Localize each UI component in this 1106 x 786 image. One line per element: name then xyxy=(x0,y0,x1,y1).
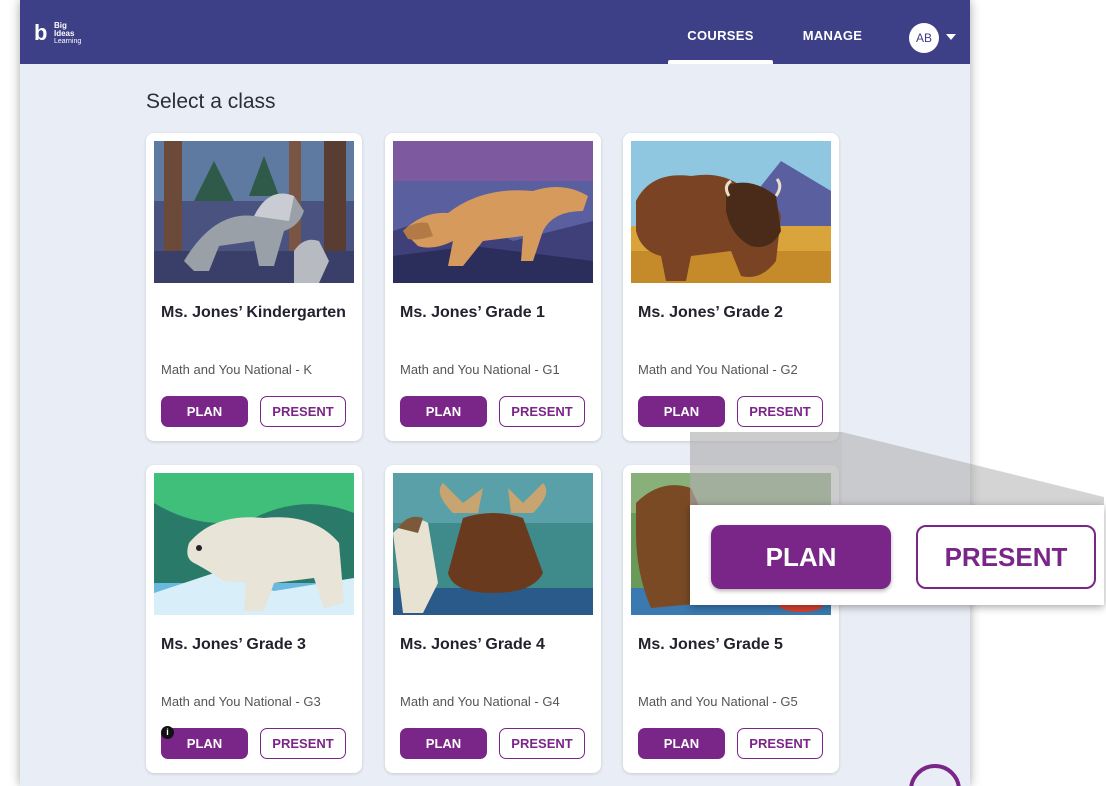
plan-button[interactable]: PLAN xyxy=(638,728,725,759)
present-button[interactable]: PRESENT xyxy=(499,396,585,427)
user-avatar[interactable]: AB xyxy=(909,23,939,53)
present-button[interactable]: PRESENT xyxy=(499,728,585,759)
present-button[interactable]: PRESENT xyxy=(260,396,346,427)
help-icon[interactable] xyxy=(909,764,961,786)
plan-button[interactable]: PLAN xyxy=(161,396,248,427)
present-button[interactable]: PRESENT xyxy=(737,396,823,427)
chevron-down-icon[interactable] xyxy=(946,34,956,40)
plan-button[interactable]: PLAN xyxy=(161,728,248,759)
nav-tab-manage[interactable]: MANAGE xyxy=(790,0,875,64)
class-name: Ms. Jones’ Kindergarten xyxy=(161,304,346,321)
class-card[interactable]: Ms. Jones’ Grade 3 Math and You National… xyxy=(146,465,362,773)
course-name: Math and You National - K xyxy=(161,362,313,377)
class-name: Ms. Jones’ Grade 4 xyxy=(400,636,545,653)
class-card[interactable]: Ms. Jones’ Grade 1 Math and You National… xyxy=(385,133,601,441)
plan-button[interactable]: PLAN xyxy=(400,396,487,427)
zoomed-present-button: PRESENT xyxy=(916,525,1096,589)
logo-b-icon: b xyxy=(34,20,48,45)
logo-line2: Ideas xyxy=(54,29,75,38)
course-name: Math and You National - G1 xyxy=(400,362,560,377)
course-name: Math and You National - G5 xyxy=(638,694,798,709)
nav-tab-courses[interactable]: COURSES xyxy=(668,0,773,64)
page-title: Select a class xyxy=(146,90,276,113)
gray-wolves-illustration xyxy=(154,141,354,283)
logo-line3: Learning xyxy=(54,38,82,45)
info-icon[interactable]: i xyxy=(161,726,174,739)
polar-bear-illustration xyxy=(154,473,354,615)
zoomed-plan-button: PLAN xyxy=(711,525,891,589)
present-button[interactable]: PRESENT xyxy=(260,728,346,759)
moose-and-osprey-illustration xyxy=(393,473,593,615)
bison-illustration xyxy=(631,141,831,283)
app-window: b Big Ideas Learning COURSES MANAGE AB S… xyxy=(20,0,970,786)
class-name: Ms. Jones’ Grade 1 xyxy=(400,304,545,321)
class-name: Ms. Jones’ Grade 3 xyxy=(161,636,306,653)
class-card[interactable]: Ms. Jones’ Grade 2 Math and You National… xyxy=(623,133,839,441)
class-card[interactable]: Ms. Jones’ Kindergarten Math and You Nat… xyxy=(146,133,362,441)
course-name: Math and You National - G2 xyxy=(638,362,798,377)
top-navigation-bar: b Big Ideas Learning COURSES MANAGE AB xyxy=(20,0,970,64)
zoom-callout: PLAN PRESENT xyxy=(690,505,1104,605)
class-name: Ms. Jones’ Grade 2 xyxy=(638,304,783,321)
cougar-illustration xyxy=(393,141,593,283)
class-name: Ms. Jones’ Grade 5 xyxy=(638,636,783,653)
plan-button[interactable]: PLAN xyxy=(400,728,487,759)
course-name: Math and You National - G4 xyxy=(400,694,560,709)
course-name: Math and You National - G3 xyxy=(161,694,321,709)
plan-button[interactable]: PLAN xyxy=(638,396,725,427)
class-card[interactable]: Ms. Jones’ Grade 4 Math and You National… xyxy=(385,465,601,773)
present-button[interactable]: PRESENT xyxy=(737,728,823,759)
big-ideas-learning-logo[interactable]: b Big Ideas Learning xyxy=(34,20,114,50)
